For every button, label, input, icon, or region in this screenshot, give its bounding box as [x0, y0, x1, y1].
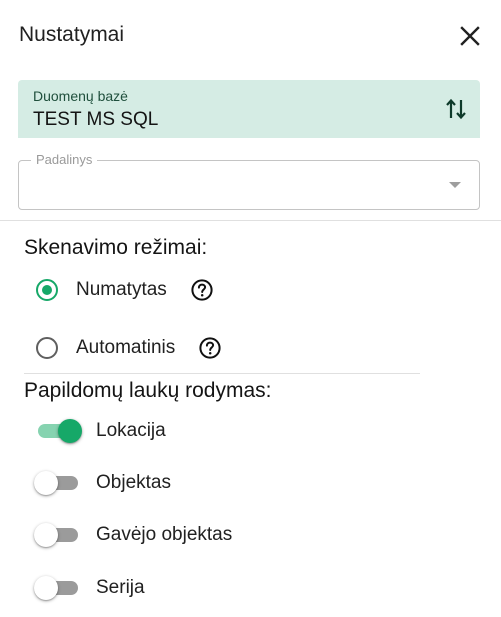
divider	[24, 373, 420, 374]
toggle-label: Gavėjo objektas	[96, 524, 233, 545]
toggle-switch-on[interactable]	[34, 419, 82, 443]
database-selector[interactable]: Duomenų bazė TEST MS SQL	[18, 80, 480, 138]
toggle-label: Lokacija	[96, 420, 166, 441]
toggle-thumb	[34, 471, 58, 495]
extra-fields-title: Papildomų laukų rodymas:	[24, 379, 272, 402]
radio-label: Numatytas	[76, 279, 167, 300]
help-circle-icon[interactable]	[199, 337, 221, 359]
database-label: Duomenų bazė	[33, 88, 128, 104]
radio-button[interactable]	[36, 337, 58, 359]
toggle-label: Serija	[96, 577, 145, 598]
toggle-row-serija[interactable]: Serija	[34, 573, 145, 603]
toggle-row-lokacija[interactable]: Lokacija	[34, 416, 166, 446]
toggle-thumb	[34, 576, 58, 600]
chevron-down-icon[interactable]	[449, 182, 461, 188]
help-circle-icon[interactable]	[191, 279, 213, 301]
toggle-switch-off[interactable]	[34, 576, 82, 600]
divider	[0, 220, 501, 221]
toggle-switch-off[interactable]	[34, 471, 82, 495]
database-value: TEST MS SQL	[33, 109, 159, 130]
toggle-label: Objektas	[96, 472, 171, 493]
radio-option-numatytas[interactable]: Numatytas	[36, 275, 213, 305]
dialog-title: Nustatymai	[19, 23, 125, 46]
radio-label: Automatinis	[76, 337, 176, 358]
toggle-thumb	[58, 419, 82, 443]
swap-vertical-icon[interactable]	[445, 97, 467, 121]
toggle-row-objektas[interactable]: Objektas	[34, 468, 171, 498]
department-select[interactable]: Padalinys	[18, 152, 480, 210]
close-icon	[460, 26, 480, 46]
dialog-header: Nustatymai	[0, 0, 501, 72]
department-label: Padalinys	[31, 152, 98, 168]
toggle-row-gavejo-objektas[interactable]: Gavėjo objektas	[34, 520, 232, 550]
close-button[interactable]	[458, 24, 482, 48]
toggle-switch-off[interactable]	[34, 523, 82, 547]
radio-button-checked[interactable]	[36, 279, 58, 301]
radio-option-automatinis[interactable]: Automatinis	[36, 333, 221, 363]
toggle-thumb	[34, 523, 58, 547]
scan-modes-title: Skenavimo režimai:	[24, 236, 208, 259]
